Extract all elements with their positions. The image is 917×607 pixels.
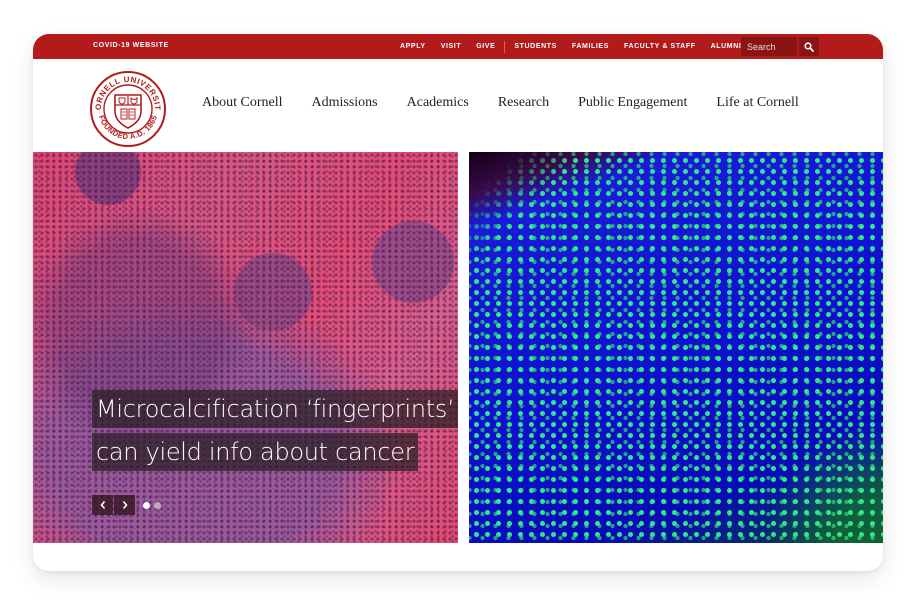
hero-image-histology[interactable] bbox=[33, 152, 458, 543]
apply-link[interactable]: APPLY bbox=[400, 43, 426, 50]
carousel-controls bbox=[92, 495, 161, 515]
chevron-left-icon bbox=[99, 500, 105, 510]
visit-link[interactable]: VISIT bbox=[441, 43, 462, 50]
image-divider bbox=[458, 152, 469, 543]
site-header: CORNELL UNIVERSITY FOUNDED A.D. 1865 Abo… bbox=[33, 59, 883, 152]
alumni-link[interactable]: ALUMNI bbox=[711, 43, 742, 50]
hero-image-fluorescence[interactable] bbox=[469, 152, 883, 543]
chevron-right-icon bbox=[122, 500, 128, 510]
caption-line-2[interactable]: can yield info about cancer bbox=[92, 433, 419, 471]
search-button[interactable] bbox=[799, 37, 819, 56]
browser-frame: COVID-19 WEBSITE APPLY VISIT GIVE STUDEN… bbox=[33, 34, 883, 571]
give-link[interactable]: GIVE bbox=[476, 43, 495, 50]
utility-bar: COVID-19 WEBSITE APPLY VISIT GIVE STUDEN… bbox=[33, 34, 883, 59]
nav-about-cornell[interactable]: About Cornell bbox=[202, 95, 283, 111]
seal-icon: CORNELL UNIVERSITY FOUNDED A.D. 1865 bbox=[85, 62, 166, 147]
hero-carousel: Microcalcification ‘fingerprints’ can yi… bbox=[33, 152, 883, 543]
hero-caption[interactable]: Microcalcification ‘fingerprints’ can yi… bbox=[92, 390, 459, 476]
slide-indicator-1[interactable] bbox=[143, 501, 150, 509]
divider bbox=[504, 40, 506, 53]
nav-admissions[interactable]: Admissions bbox=[312, 95, 378, 111]
families-link[interactable]: FAMILIES bbox=[572, 43, 609, 50]
caption-line-1[interactable]: Microcalcification ‘fingerprints’ bbox=[92, 390, 459, 428]
cornell-seal-logo[interactable]: CORNELL UNIVERSITY FOUNDED A.D. 1865 bbox=[85, 62, 168, 149]
next-slide-button[interactable] bbox=[114, 495, 135, 515]
nav-academics[interactable]: Academics bbox=[407, 95, 469, 111]
main-nav: About Cornell Admissions Academics Resea… bbox=[202, 95, 828, 111]
covid-website-link[interactable]: COVID-19 WEBSITE bbox=[93, 42, 169, 49]
search-icon bbox=[804, 41, 814, 52]
search-form bbox=[741, 37, 819, 56]
slide-indicator-2[interactable] bbox=[154, 501, 161, 509]
search-input[interactable] bbox=[741, 37, 797, 56]
nav-life-at-cornell[interactable]: Life at Cornell bbox=[716, 95, 798, 111]
faculty-staff-link[interactable]: FACULTY & STAFF bbox=[624, 43, 696, 50]
nav-public-engagement[interactable]: Public Engagement bbox=[578, 95, 687, 111]
prev-slide-button[interactable] bbox=[92, 495, 113, 515]
students-link[interactable]: STUDENTS bbox=[514, 43, 557, 50]
nav-research[interactable]: Research bbox=[498, 95, 549, 111]
utility-links: APPLY VISIT GIVE STUDENTS FAMILIES FACUL… bbox=[400, 34, 756, 59]
